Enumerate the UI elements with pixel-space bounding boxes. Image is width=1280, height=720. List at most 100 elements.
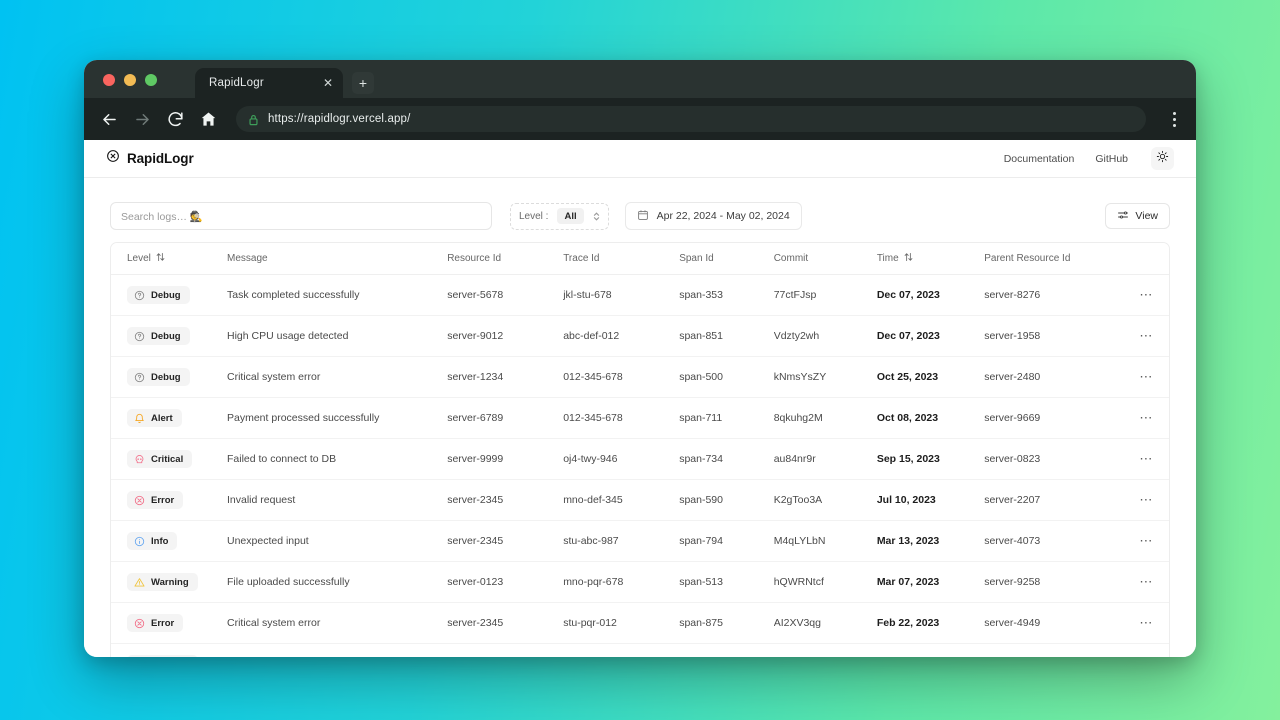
row-actions-button[interactable]: ⋯	[1139, 451, 1153, 466]
lock-icon	[248, 113, 259, 125]
cell-trace-id: stu-pqr-012	[563, 603, 679, 644]
cell-resource-id: server-2345	[447, 480, 563, 521]
row-actions-button[interactable]: ⋯	[1139, 492, 1153, 507]
cell-time: Mar 13, 2023	[877, 521, 984, 562]
bell-icon	[134, 413, 145, 424]
table-row[interactable]: AlertPayment processed successfullyserve…	[111, 398, 1169, 439]
row-actions-button[interactable]: ⋯	[1139, 615, 1153, 630]
cell-resource-id: server-2345	[447, 603, 563, 644]
column-header-message[interactable]: Message	[227, 243, 447, 275]
sort-icon[interactable]	[156, 252, 165, 265]
cell-message: Unexpected input	[227, 521, 447, 562]
row-actions-button[interactable]: ⋯	[1139, 328, 1153, 343]
status-badge-label: Critical	[151, 454, 183, 465]
row-actions-button[interactable]: ⋯	[1139, 656, 1153, 657]
date-range-picker[interactable]: Apr 22, 2024 - May 02, 2024	[625, 202, 802, 230]
table-row[interactable]: CriticalFailed to connect to DBserver-99…	[111, 439, 1169, 480]
view-button[interactable]: View	[1105, 203, 1170, 229]
cell-span-id: span-875	[679, 603, 774, 644]
cell-trace-id: mno-pqr-678	[563, 562, 679, 603]
table-header: Level Message Resource Id Trace Id Span …	[111, 243, 1169, 275]
cell-level: Error	[111, 480, 227, 521]
table-row[interactable]: DebugHigh CPU usage detectedserver-9012a…	[111, 316, 1169, 357]
info-circle-icon	[134, 536, 145, 547]
cell-level: Debug	[111, 357, 227, 398]
sort-icon[interactable]	[904, 252, 913, 265]
question-circle-icon	[134, 372, 145, 383]
status-badge-label: Alert	[151, 413, 173, 424]
cell-message: High CPU usage detected	[227, 316, 447, 357]
column-header-span-id[interactable]: Span Id	[679, 243, 774, 275]
close-tab-icon[interactable]: ✕	[323, 77, 333, 89]
cell-trace-id: jkl-stu-678	[563, 275, 679, 316]
table-row[interactable]: WarningFile uploaded successfullyserver-…	[111, 562, 1169, 603]
column-header-parent-resource-id[interactable]: Parent Resource Id	[984, 243, 1124, 275]
cell-time: Oct 08, 2023	[877, 398, 984, 439]
cell-time: Jul 10, 2023	[877, 480, 984, 521]
column-header-time[interactable]: Time	[877, 243, 984, 275]
table-row[interactable]: ErrorCritical system errorserver-2345stu…	[111, 603, 1169, 644]
cell-commit: 77ctFJsp	[774, 275, 877, 316]
cell-trace-id: 012-345-678	[563, 357, 679, 398]
url-text: https://rapidlogr.vercel.app/	[268, 113, 410, 125]
cell-parent-resource-id: server-2480	[984, 357, 1124, 398]
status-badge-label: Error	[151, 618, 174, 629]
maximize-window-button[interactable]	[145, 74, 157, 86]
close-window-button[interactable]	[103, 74, 115, 86]
cell-level: Error	[111, 603, 227, 644]
new-tab-button[interactable]: +	[352, 72, 374, 94]
reload-icon[interactable]	[166, 110, 185, 129]
status-badge: Warning	[127, 573, 198, 591]
home-icon[interactable]	[199, 110, 218, 129]
cell-span-id: span-353	[679, 275, 774, 316]
table-row[interactable]: ErrorInvalid requestserver-2345mno-def-3…	[111, 480, 1169, 521]
column-header-level[interactable]: Level	[111, 243, 227, 275]
cell-commit: au84nr9r	[774, 439, 877, 480]
row-actions-button[interactable]: ⋯	[1139, 410, 1153, 425]
cell-actions: ⋯	[1124, 562, 1169, 603]
row-actions-button[interactable]: ⋯	[1139, 369, 1153, 384]
status-badge: Debug	[127, 286, 190, 304]
column-header-resource-id[interactable]: Resource Id	[447, 243, 563, 275]
column-header-commit[interactable]: Commit	[774, 243, 877, 275]
back-icon[interactable]	[100, 110, 119, 129]
cell-span-id: span-794	[679, 521, 774, 562]
brand[interactable]: RapidLogr	[106, 149, 194, 168]
browser-menu-icon[interactable]	[1166, 112, 1182, 127]
cell-span-id: span-590	[679, 480, 774, 521]
cell-parent-resource-id: server-8276	[984, 275, 1124, 316]
minimize-window-button[interactable]	[124, 74, 136, 86]
column-header-resource-id-label: Resource Id	[447, 253, 501, 264]
status-badge: Alert	[127, 409, 182, 427]
status-badge: Error	[127, 491, 183, 509]
cell-resource-id: server-9999	[447, 439, 563, 480]
table-row[interactable]: DebugTask completed successfullyserver-5…	[111, 275, 1169, 316]
level-filter[interactable]: Level : All	[510, 203, 609, 230]
table-row[interactable]: DebugCritical system errorserver-1234012…	[111, 357, 1169, 398]
nav-link-github[interactable]: GitHub	[1095, 153, 1128, 165]
chevron-updown-icon[interactable]	[593, 211, 600, 222]
status-badge-label: Info	[151, 536, 168, 547]
table-row[interactable]: InfoUnexpected inputserver-2345stu-abc-9…	[111, 521, 1169, 562]
table-row[interactable]: WarningNetwork latency spikeserver-6789m…	[111, 644, 1169, 658]
cell-level: Critical	[111, 439, 227, 480]
main-content: Search logs… 🕵️ Level : All Apr 22, 2024…	[84, 178, 1196, 657]
status-badge-label: Debug	[151, 331, 181, 342]
row-actions-button[interactable]: ⋯	[1139, 533, 1153, 548]
search-input[interactable]: Search logs… 🕵️	[110, 202, 492, 230]
logs-table: Level Message Resource Id Trace Id Span …	[110, 242, 1170, 657]
row-actions-button[interactable]: ⋯	[1139, 287, 1153, 302]
column-header-trace-id[interactable]: Trace Id	[563, 243, 679, 275]
status-badge: Warning	[127, 655, 198, 657]
browser-tab[interactable]: RapidLogr ✕	[195, 68, 343, 98]
cell-trace-id: mno-def-345	[563, 480, 679, 521]
cell-parent-resource-id: server-4073	[984, 521, 1124, 562]
column-header-parent-resource-id-label: Parent Resource Id	[984, 253, 1070, 264]
forward-icon[interactable]	[133, 110, 152, 129]
cell-commit: M4qLYLbN	[774, 521, 877, 562]
row-actions-button[interactable]: ⋯	[1139, 574, 1153, 589]
cell-parent-resource-id: server-4949	[984, 603, 1124, 644]
address-bar[interactable]: https://rapidlogr.vercel.app/	[236, 106, 1146, 132]
theme-toggle-button[interactable]	[1151, 147, 1174, 170]
nav-link-documentation[interactable]: Documentation	[1004, 153, 1075, 165]
